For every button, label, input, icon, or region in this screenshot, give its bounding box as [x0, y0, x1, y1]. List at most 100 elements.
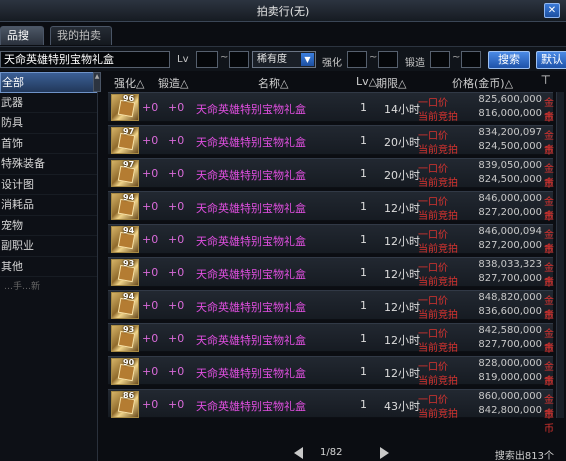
search-input[interactable]: 天命英雄特别宝物礼盒 — [0, 51, 170, 68]
current-bid-price: 827,200,000 — [478, 239, 542, 251]
item-quantity: 1 — [360, 232, 367, 246]
enhance-value: +0 — [142, 298, 159, 312]
forge-value: +0 — [168, 298, 185, 312]
item-name[interactable]: 天命英雄特别宝物礼盒 — [196, 398, 306, 414]
column-enhance[interactable]: 强化△ — [114, 75, 144, 91]
current-bid-label: 当前竞拍 — [418, 243, 458, 255]
forge-value: +0 — [168, 265, 185, 279]
buyout-price: 848,820,000 — [478, 291, 542, 303]
buyout-label: 一口价 — [418, 262, 448, 274]
column-forge[interactable]: 锻造△ — [158, 75, 188, 91]
sidebar-scroll-up-icon[interactable]: ▲ — [93, 72, 101, 92]
current-bid-label: 当前竞拍 — [418, 210, 458, 222]
rarity-select[interactable]: 稀有度 ▼ — [252, 51, 316, 68]
item-name[interactable]: 天命英雄特别宝物礼盒 — [196, 365, 306, 381]
current-bid-price: 824,500,000 — [478, 140, 542, 152]
enhance-max-input[interactable] — [378, 51, 398, 68]
rarity-select-value: 稀有度 — [257, 54, 287, 65]
category-sidebar: 全部 武器 防具 首饰 特殊装备 设计图 消耗品 宠物 副职业 其他 …手…新 — [0, 72, 98, 461]
forge-range-tilde: ~ — [452, 52, 461, 63]
item-quantity: 1 — [360, 199, 367, 213]
category-other[interactable]: 其他 — [0, 257, 97, 277]
buyout-price: 838,033,323 — [478, 258, 542, 270]
category-blueprint[interactable]: 设计图 — [0, 175, 97, 195]
default-button[interactable]: 默认 — [536, 51, 566, 69]
item-quantity: 1 — [360, 364, 367, 378]
table-row[interactable]: 86 +0 +0 天命英雄特别宝物礼盒 1 43小时 一口价 860,000,000 金币 当前竞… — [108, 388, 554, 435]
table-row[interactable]: 93 +0 +0 天命英雄特别宝物礼盒 1 12小时 一口价 838,033,323 金币 当前竞… — [108, 256, 554, 303]
category-sub-profession[interactable]: 副职业 — [0, 236, 97, 257]
table-row[interactable]: 97 +0 +0 天命英雄特别宝物礼盒 1 20小时 一口价 839,050,000 金币 当前竞… — [108, 157, 554, 204]
gold-unit: 金币 — [544, 408, 554, 435]
table-row[interactable]: 97 +0 +0 天命英雄特别宝物礼盒 1 20小时 一口价 834,200,097 金币 当前竞… — [108, 124, 554, 171]
enhance-value: +0 — [142, 331, 159, 345]
level-range-tilde: ~ — [220, 52, 229, 63]
item-name[interactable]: 天命英雄特别宝物礼盒 — [196, 266, 306, 282]
item-level-badge: 96 — [123, 94, 135, 103]
category-armor[interactable]: 防具 — [0, 113, 97, 134]
current-bid-price: 827,700,000 — [478, 272, 542, 284]
table-row[interactable]: 96 +0 +0 天命英雄特别宝物礼盒 1 14小时 一口价 825,600,000 金币 当前竞… — [108, 92, 554, 138]
prev-page-icon[interactable] — [294, 447, 303, 459]
item-quantity: 1 — [360, 265, 367, 279]
column-name[interactable]: 名称△ — [258, 75, 288, 91]
enhance-min-input[interactable] — [347, 51, 367, 68]
buyout-label: 一口价 — [418, 361, 448, 373]
table-row[interactable]: 94 +0 +0 天命英雄特别宝物礼盒 1 12小时 一口价 846,000,094 金币 当前竞… — [108, 223, 554, 270]
item-name[interactable]: 天命英雄特别宝物礼盒 — [196, 332, 306, 348]
list-scrollbar[interactable] — [556, 92, 564, 418]
buyout-price: 834,200,097 — [478, 126, 542, 138]
forge-max-input[interactable] — [461, 51, 481, 68]
column-duration[interactable]: 期限△ — [376, 75, 406, 91]
tab-item-search[interactable]: 品搜索 — [0, 26, 44, 59]
enhance-value: +0 — [142, 133, 159, 147]
item-level-badge: 93 — [123, 258, 135, 268]
current-bid-price: 827,700,000 — [478, 338, 542, 350]
table-row[interactable]: 94 +0 +0 天命英雄特别宝物礼盒 1 12小时 一口价 846,000,000 金币 当前竞… — [108, 190, 554, 237]
category-all[interactable]: 全部 — [0, 72, 97, 93]
item-level-badge: 86 — [123, 390, 135, 400]
item-level-badge: 94 — [123, 291, 135, 301]
search-button[interactable]: 搜索 — [488, 51, 530, 69]
next-page-icon[interactable] — [380, 447, 389, 459]
forge-value: +0 — [168, 232, 185, 246]
current-bid-label: 当前竞拍 — [418, 309, 458, 321]
level-max-input[interactable] — [229, 51, 249, 68]
item-name[interactable]: 天命英雄特别宝物礼盒 — [196, 167, 306, 183]
item-name[interactable]: 天命英雄特别宝物礼盒 — [196, 134, 306, 150]
forge-value: +0 — [168, 397, 185, 411]
buyout-label: 一口价 — [418, 98, 448, 109]
enhance-value: +0 — [142, 397, 159, 411]
table-row[interactable]: 94 +0 +0 天命英雄特别宝物礼盒 1 12小时 一口价 848,820,000 金币 当前竞… — [108, 289, 554, 336]
page-indicator: 1/82 — [320, 447, 343, 458]
category-accessory[interactable]: 首饰 — [0, 134, 97, 154]
item-name[interactable]: 天命英雄特别宝物礼盒 — [196, 299, 306, 315]
table-row[interactable]: 90 +0 +0 天命英雄特别宝物礼盒 1 12小时 一口价 828,000,000 金币 当前竞… — [108, 355, 554, 402]
buyout-price: 839,050,000 — [478, 159, 542, 171]
forge-min-input[interactable] — [430, 51, 450, 68]
item-name[interactable]: 天命英雄特别宝物礼盒 — [196, 200, 306, 216]
category-consumable[interactable]: 消耗品 — [0, 195, 97, 216]
buyout-label: 一口价 — [418, 328, 448, 340]
item-name[interactable]: 天命英雄特别宝物礼盒 — [196, 233, 306, 249]
current-bid-price: 819,000,000 — [478, 371, 542, 383]
pin-icon[interactable]: ⊤ — [541, 73, 551, 87]
table-row[interactable]: 93 +0 +0 天命英雄特别宝物礼盒 1 12小时 一口价 842,580,000 金币 当前竞… — [108, 322, 554, 369]
tab-my-auctions[interactable]: 我的拍卖品 — [50, 26, 112, 59]
item-quantity: 1 — [360, 397, 367, 411]
item-quantity: 1 — [360, 133, 367, 147]
category-special-equipment[interactable]: 特殊装备 — [0, 154, 97, 175]
category-pet[interactable]: 宠物 — [0, 216, 97, 236]
chevron-down-icon[interactable]: ▼ — [301, 53, 314, 66]
category-weapon[interactable]: 武器 — [0, 93, 97, 113]
item-name[interactable]: 天命英雄特别宝物礼盒 — [196, 101, 306, 117]
column-level[interactable]: Lv△ — [356, 75, 377, 88]
current-bid-label: 当前竞拍 — [418, 375, 458, 387]
item-quantity: 1 — [360, 298, 367, 312]
column-price[interactable]: 价格(金币)△ — [452, 75, 513, 91]
item-quantity: 1 — [360, 331, 367, 345]
close-button[interactable]: ✕ — [544, 3, 560, 18]
buyout-label: 一口价 — [418, 163, 448, 175]
buyout-label: 一口价 — [418, 295, 448, 307]
level-min-input[interactable] — [196, 51, 218, 68]
